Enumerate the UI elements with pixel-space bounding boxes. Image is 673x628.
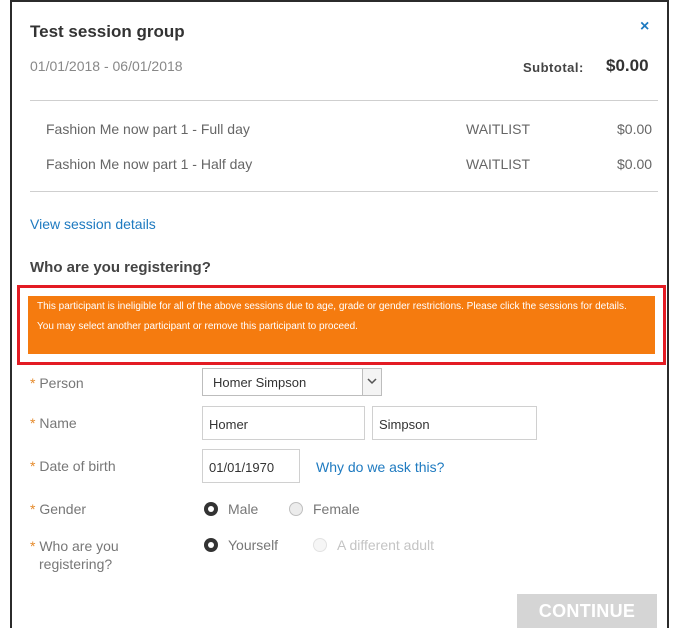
registering-label-line2: registering? [39,556,113,572]
subtotal-value: $0.00 [606,56,649,75]
person-label: * Person [30,375,84,391]
view-session-details-link[interactable]: View session details [30,216,156,232]
divider [30,191,658,192]
gender-label: * Gender [30,501,86,517]
required-marker: * [30,415,36,431]
modal-title: Test session group [30,22,185,41]
chevron-down-icon[interactable] [362,369,381,395]
session-name: Fashion Me now part 1 - Full day [46,121,250,137]
section-heading: Who are you registering? [30,259,211,276]
male-radio[interactable] [204,502,218,516]
dob-label-text: Date of birth [39,458,116,474]
required-marker: * [30,538,36,554]
last-name-input[interactable]: Simpson [372,406,537,440]
alert-highlight: This participant is ineligible for all o… [17,285,666,365]
dob-input[interactable]: 01/01/1970 [202,449,300,483]
female-option-label[interactable]: Female [313,501,360,517]
required-marker: * [30,501,36,517]
date-range: 01/01/2018 - 06/01/2018 [30,58,183,74]
continue-button[interactable]: CONTINUE [517,594,657,628]
divider [30,100,658,101]
person-label-text: Person [39,375,84,391]
registering-label-line1: Who are you [39,538,119,554]
different-adult-option-label: A different adult [337,537,435,553]
required-marker: * [30,375,36,391]
person-select[interactable]: Homer Simpson [202,368,382,396]
registering-label: * Who are you registering? [30,537,119,573]
session-name: Fashion Me now part 1 - Half day [46,156,253,172]
name-label: * Name [30,415,77,431]
first-name-value: Homer [209,417,249,432]
dob-value: 01/01/1970 [209,460,275,475]
session-status: WAITLIST [466,156,531,172]
yourself-radio[interactable] [204,538,218,552]
name-label-text: Name [39,415,77,431]
subtotal-label: Subtotal: [523,60,584,75]
gender-label-text: Gender [39,501,87,517]
yourself-option-label[interactable]: Yourself [228,537,278,553]
session-price: $0.00 [617,121,653,137]
session-status: WAITLIST [466,121,531,137]
session-price: $0.00 [617,156,653,172]
person-select-value: Homer Simpson [213,375,307,390]
first-name-input[interactable]: Homer [202,406,365,440]
close-icon[interactable]: × [640,18,649,36]
different-adult-radio [313,538,327,552]
why-ask-link[interactable]: Why do we ask this? [316,459,444,475]
last-name-value: Simpson [379,417,430,432]
required-marker: * [30,458,36,474]
ineligible-alert: This participant is ineligible for all o… [28,296,655,354]
male-option-label[interactable]: Male [228,501,258,517]
female-radio[interactable] [289,502,303,516]
dob-label: * Date of birth [30,458,116,474]
